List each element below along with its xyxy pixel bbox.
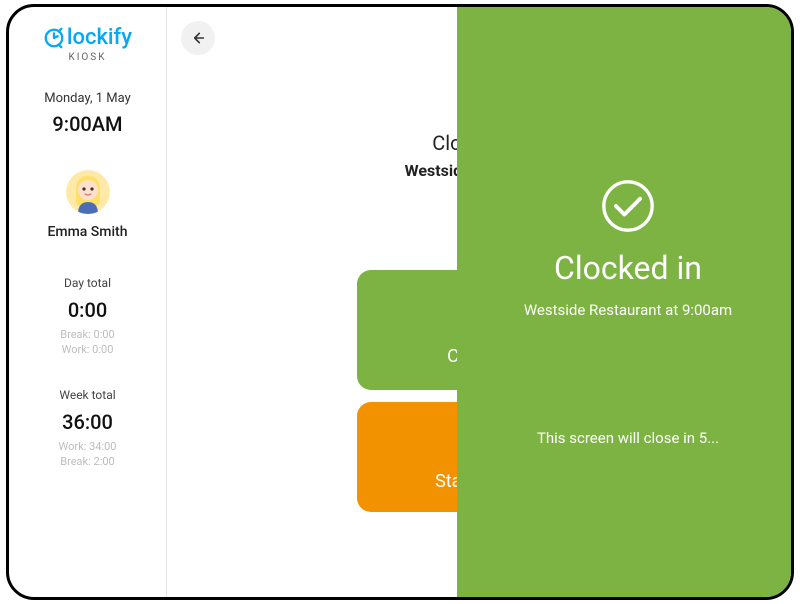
week-break: Break: 2:00 [9,455,166,468]
week-total-label: Week total [9,388,166,402]
back-button[interactable] [181,21,215,55]
overlay-subtitle: Westside Restaurant at 9:00am [524,301,732,319]
clockify-logo-icon [43,27,65,49]
user-name: Emma Smith [47,224,127,240]
avatar-icon [66,170,110,214]
day-total-block: Day total 0:00 Break: 0:00 Work: 0:00 [9,276,166,358]
checkmark-circle-icon [599,177,657,235]
sidebar: lockify KIOSK Monday, 1 May 9:00AM Emma … [9,7,167,597]
avatar[interactable] [66,170,110,214]
week-total-value: 36:00 [9,410,166,434]
day-total-label: Day total [9,276,166,290]
logo-subtext: KIOSK [68,52,106,63]
arrow-left-icon [190,30,206,46]
confirmation-overlay: Clocked in Westside Restaurant at 9:00am… [457,7,794,597]
overlay-title: Clocked in [554,249,702,287]
day-total-value: 0:00 [9,298,166,322]
week-work: Work: 34:00 [9,440,166,453]
logo: lockify KIOSK [43,25,132,63]
logo-text: lockify [67,25,132,50]
week-total-block: Week total 36:00 Work: 34:00 Break: 2:00 [9,388,166,470]
current-time: 9:00AM [52,112,122,136]
current-date: Monday, 1 May [44,91,131,106]
app-frame: lockify KIOSK Monday, 1 May 9:00AM Emma … [6,4,794,600]
overlay-closing-text: This screen will close in 5... [537,429,719,447]
day-work: Work: 0:00 [9,343,166,356]
day-break: Break: 0:00 [9,328,166,341]
